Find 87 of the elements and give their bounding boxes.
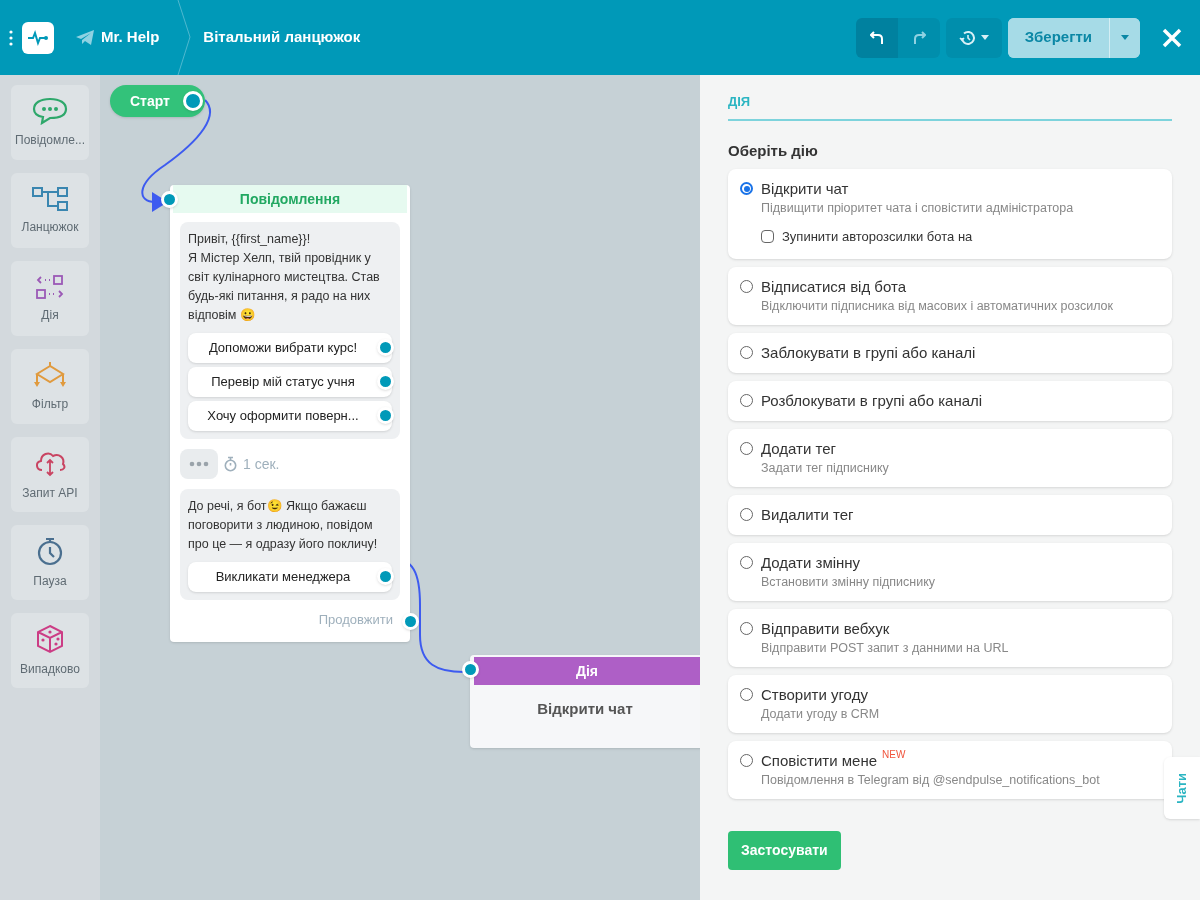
action-node[interactable]: Дія Відкрити чат (470, 655, 700, 748)
node-title: Повідомлення (173, 185, 407, 213)
connection-port[interactable] (377, 339, 394, 356)
reply-button[interactable]: Викликати менеджера (188, 562, 392, 592)
option-label: Заблокувати в групі або каналі (761, 342, 976, 363)
option-label: Розблокувати в групі або каналі (761, 390, 983, 411)
stopwatch-icon (224, 456, 237, 472)
action-option[interactable]: Розблокувати в групі або каналі (728, 380, 1172, 421)
close-icon[interactable] (1162, 27, 1182, 48)
undo-icon (869, 30, 884, 45)
option-label: Додати тег (761, 438, 837, 459)
action-option[interactable]: Відписатися від бота Відключити підписника від масових і автоматичних розсилок (728, 266, 1172, 325)
option-label: Відкрити чат (761, 179, 849, 199)
connection-port[interactable] (377, 568, 394, 585)
checkbox-label: Зупинити авторозсилки бота на (782, 228, 973, 246)
option-description: Відключити підписника від масових і автоматичних розсилок (761, 297, 1114, 315)
palette-label: Повідомле... (15, 131, 85, 149)
palette-label: Випадково (20, 660, 80, 678)
node-text: Відкрити чат (536, 699, 634, 720)
chain-title: Вітальний ланцюжок (203, 27, 361, 48)
palette-item[interactable]: Ланцюжок (11, 173, 89, 248)
logo-icon (22, 21, 54, 54)
delay-text: 1 сек. (243, 454, 280, 474)
message-node[interactable] (170, 185, 410, 642)
action-option[interactable]: Додати змінну Встановити змінну підписнику (728, 542, 1172, 601)
option-label: Відписатися від бота (761, 276, 906, 297)
save-options-button[interactable] (1109, 17, 1140, 58)
radio-button[interactable] (740, 182, 753, 195)
connection-port[interactable] (161, 191, 178, 208)
reply-button[interactable]: Перевір мій статус учня (188, 367, 392, 397)
option-description: Задати тег підписнику (761, 459, 889, 477)
option-label: Сповістити мене (761, 750, 878, 771)
connection-port[interactable] (183, 91, 203, 111)
reply-button[interactable]: Хочу оформити поверн... (188, 401, 392, 431)
option-label: Відправити вебхук (761, 618, 890, 639)
palette-item[interactable]: Фільтр (11, 349, 89, 424)
palette-label: Дія (41, 306, 59, 324)
option-label: Створити угоду (761, 684, 868, 705)
continue-label: Продовжити (318, 611, 393, 629)
redo-button[interactable] (897, 17, 940, 58)
option-description: Встановити змінну підписнику (761, 573, 935, 591)
action-option[interactable]: Видалити тег (728, 494, 1172, 535)
action-option[interactable]: Сповістити мене NEW Повідомлення в Telegram від @sendpulse_notifications_bot (728, 740, 1172, 799)
new-label: NEW (882, 748, 906, 761)
palette-item[interactable]: Пауза (11, 525, 89, 600)
branch-icon (31, 360, 69, 389)
connection-port[interactable] (462, 661, 479, 678)
palette-item[interactable]: Дія (11, 261, 89, 336)
caret-icon (980, 35, 989, 40)
palette-label: Фільтр (31, 395, 69, 413)
action-option[interactable]: Відкрити чат Підвищити пріоритет чата і сповістити адміністратора Зупинити авторозсилки бота на (728, 169, 1172, 259)
telegram-icon (75, 29, 95, 46)
palette-item[interactable]: Випадково (11, 613, 89, 688)
redo-icon (911, 30, 926, 45)
section-heading: Оберіть дію (728, 141, 819, 161)
message-text: До речі, я бот😉 Якщо бажаєш поговорити з людиною, повідом про це — я одразу його покличу! (188, 498, 379, 553)
palette-label: Ланцюжок (21, 218, 79, 236)
option-label: Додати змінну (761, 552, 861, 573)
palette-label: Запит API (22, 484, 78, 502)
action-option[interactable]: Заблокувати в групі або каналі (728, 332, 1172, 373)
history-icon (958, 29, 977, 46)
reply-button[interactable]: Допоможи вибрати курс! (188, 333, 392, 363)
action-option[interactable]: Додати тег Задати тег підписнику (728, 428, 1172, 487)
palette-label: Пауза (33, 572, 67, 590)
option-label: Видалити тег (761, 504, 854, 525)
menu-icon[interactable] (9, 29, 13, 46)
flowchart-icon (32, 185, 68, 212)
undo-button[interactable] (855, 17, 898, 58)
history-button[interactable] (945, 17, 1002, 58)
option-description: Підвищити пріоритет чата і сповістити адміністратора (761, 200, 1074, 217)
caret-icon (1121, 35, 1129, 40)
option-description: Відправити POST запит з данними на URL (761, 639, 1009, 657)
message-text: Привіт, {{first_name}}! Я Містер Хелп, твій провідник у світ кулінарного мистецтва. Став будь-які питання, я радо на них відповім 😀 (188, 231, 381, 324)
chat-bubble-icon (32, 96, 68, 125)
checkbox[interactable] (761, 230, 774, 244)
stopwatch-icon (36, 535, 64, 566)
palette-item[interactable]: Повідомле... (11, 85, 89, 160)
dice-icon (35, 623, 65, 654)
action-option[interactable]: Відправити вебхук Відправити POST запит з данними на URL (728, 608, 1172, 667)
typing-indicator (180, 449, 218, 479)
action-option[interactable]: Створити угоду Додати угоду в CRM (728, 674, 1172, 733)
node-title: Дія (474, 657, 700, 685)
option-description: Повідомлення в Telegram від @sendpulse_notifications_bot (761, 771, 1100, 789)
action-icon (35, 273, 65, 300)
option-description: Додати угоду в CRM (761, 705, 880, 723)
connection-port[interactable] (377, 407, 394, 424)
palette-item[interactable]: Запит API (11, 437, 89, 512)
